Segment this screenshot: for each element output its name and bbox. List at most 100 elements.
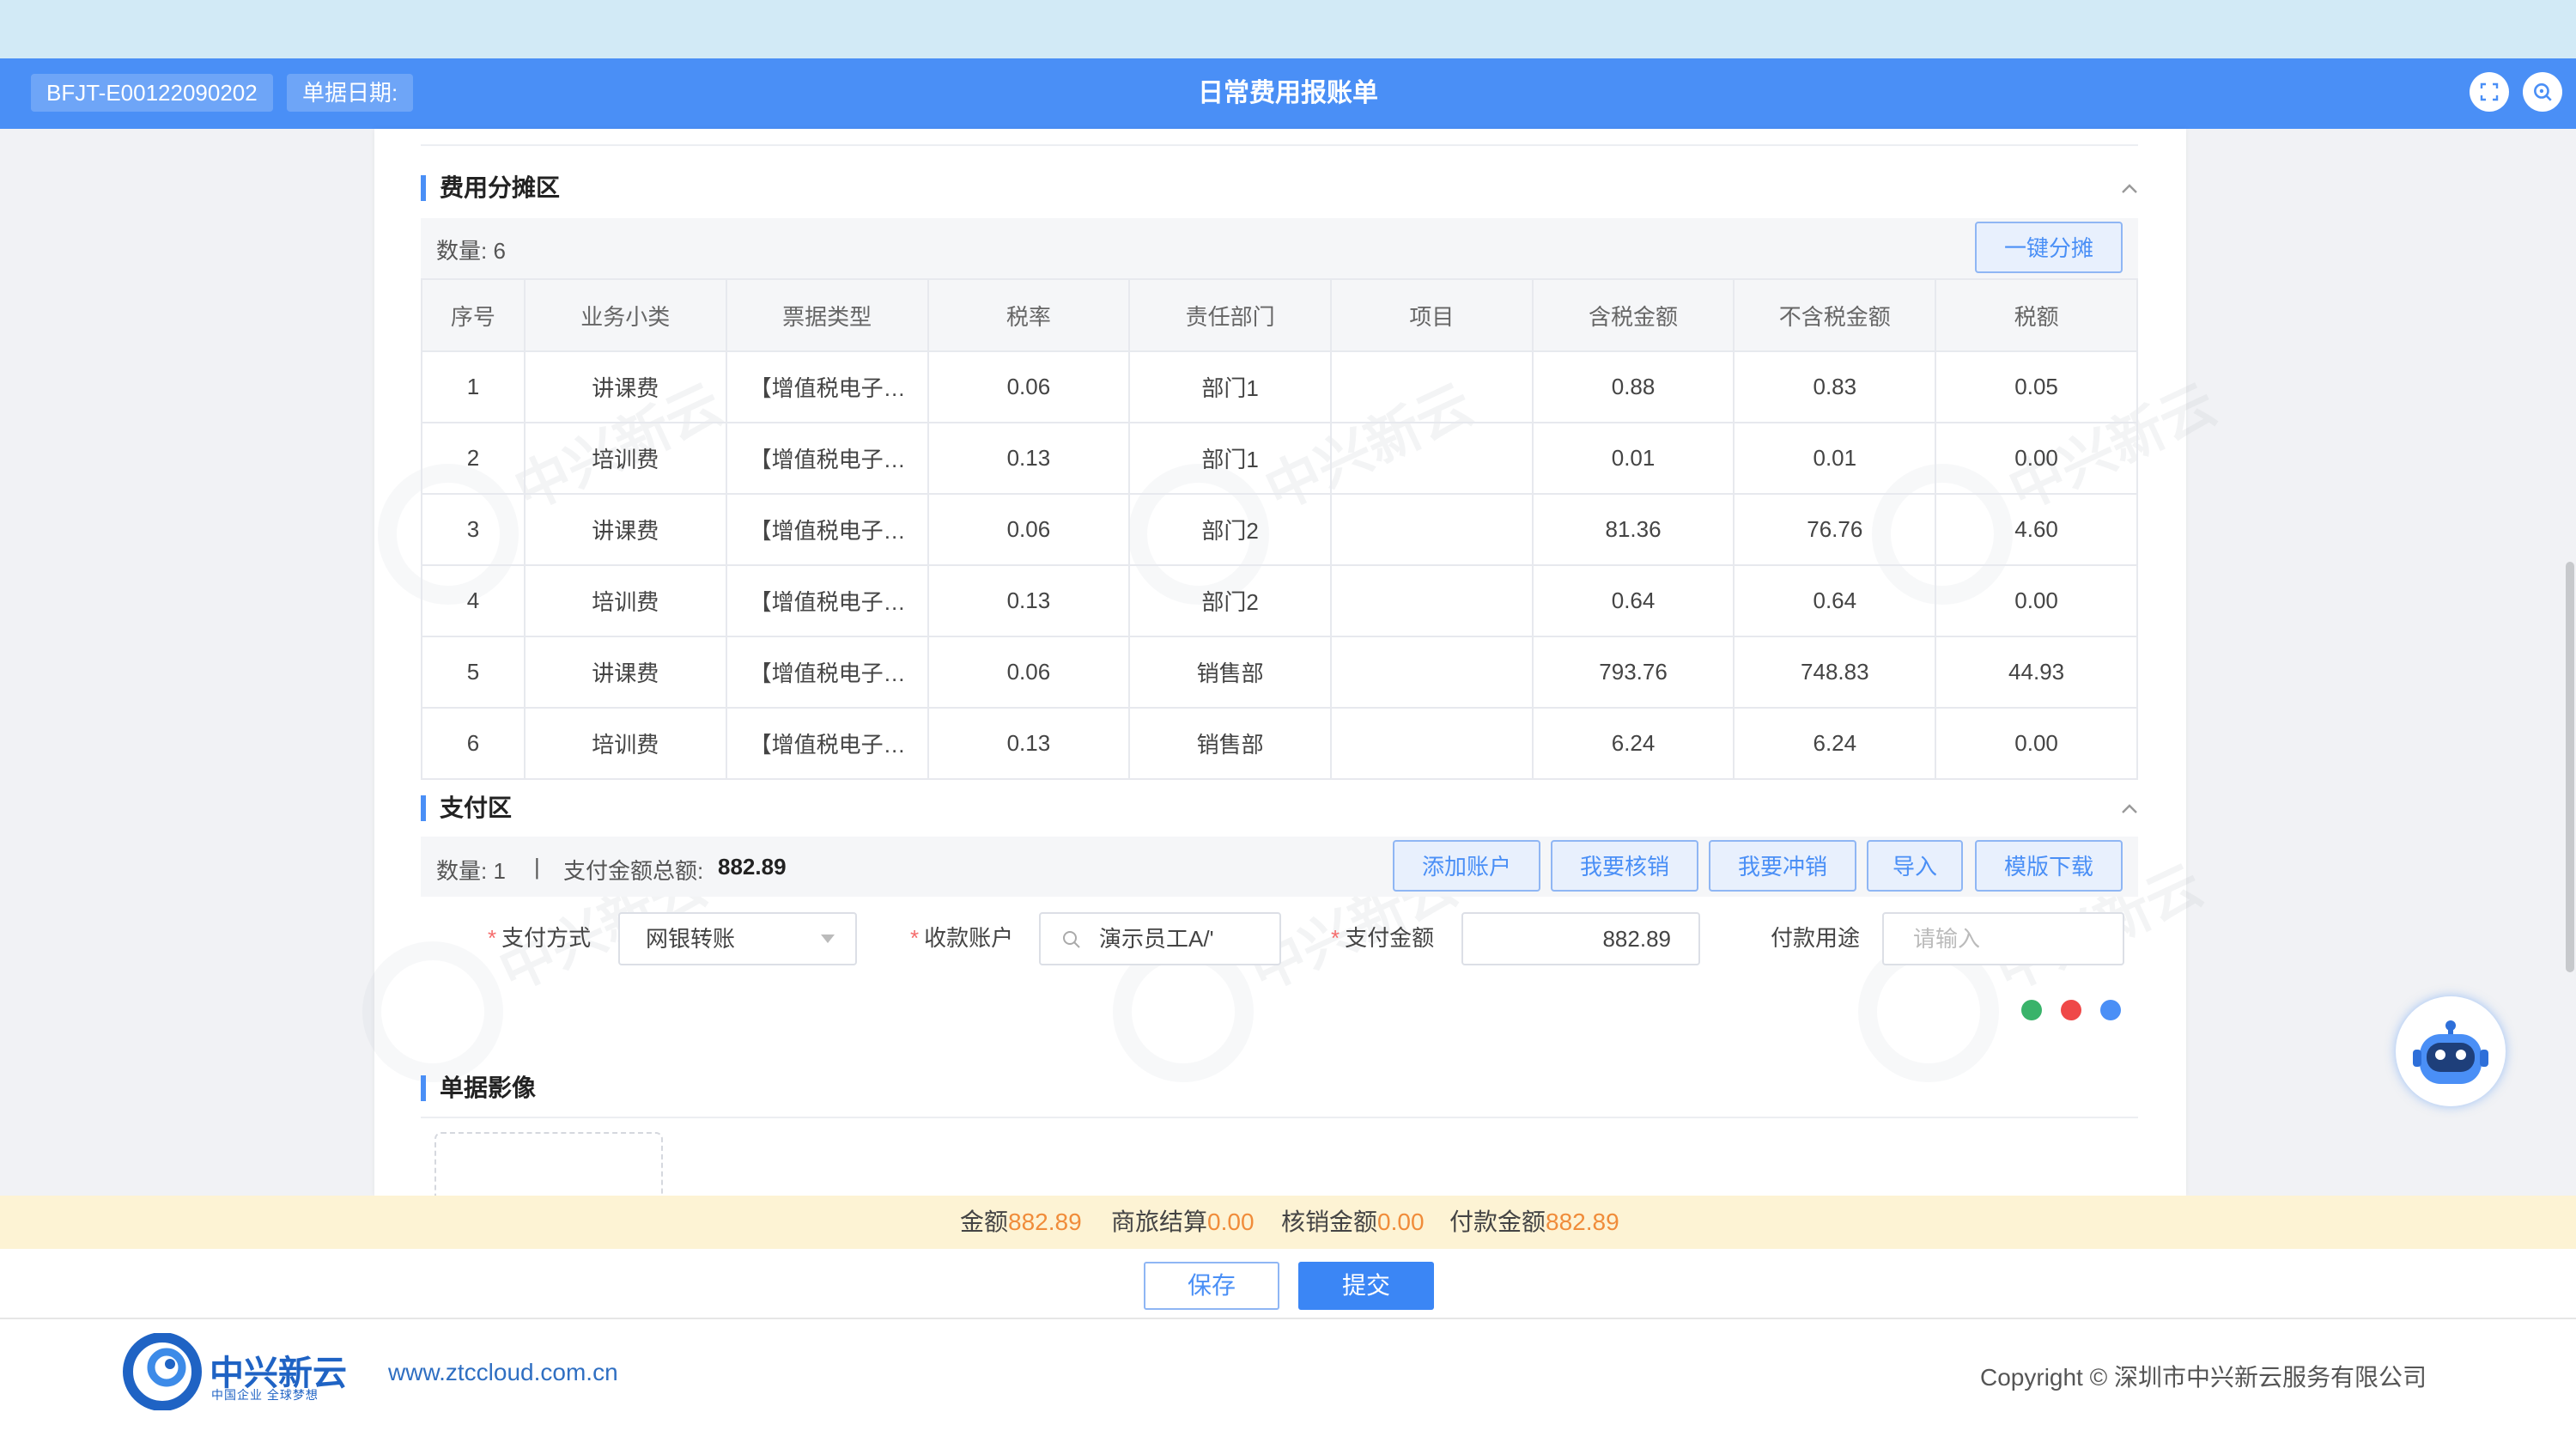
table-cell: 销售部: [1128, 636, 1332, 709]
payment-amount-input[interactable]: 882.89: [1461, 912, 1700, 965]
table-cell: 【增值税电子…: [725, 422, 929, 495]
column-header: 业务小类: [523, 278, 727, 352]
submit-button[interactable]: 提交: [1298, 1262, 1434, 1310]
table-cell: 6.24: [1733, 707, 1937, 780]
table-cell: 6: [421, 707, 526, 780]
table-cell: 部门2: [1128, 493, 1332, 566]
table-cell: 讲课费: [523, 636, 727, 709]
zoom-icon[interactable]: [2523, 72, 2562, 112]
add-row-icon[interactable]: [2021, 1000, 2042, 1020]
table-cell: 0.13: [927, 707, 1131, 780]
table-cell: 【增值税电子…: [725, 564, 929, 637]
payment-method-select[interactable]: 网银转账: [618, 912, 857, 965]
table-cell: [1330, 636, 1534, 709]
payee-account-label-text: 收款账户: [924, 925, 1014, 951]
table-cell: 44.93: [1935, 636, 2138, 709]
remove-row-icon[interactable]: [2061, 1000, 2081, 1020]
copyright-text: Copyright © 深圳市中兴新云服务有限公司: [1980, 1364, 2427, 1391]
template-download-button[interactable]: 模版下载: [1975, 840, 2123, 892]
table-cell: 748.83: [1733, 636, 1937, 709]
page-scrollbar[interactable]: [2566, 562, 2574, 972]
company-url-link[interactable]: www.ztccloud.com.cn: [388, 1359, 618, 1386]
payment-total-label: 支付金额总额:: [563, 858, 704, 884]
table-row[interactable]: 6 培训费 【增值税电子… 0.13 销售部 6.24 6.24 0.00: [421, 707, 2138, 780]
summary-pay-value: 882.89: [1546, 1209, 1619, 1235]
summary-verify: 核销金额0.00: [1281, 1196, 1425, 1249]
table-cell: 3: [421, 493, 526, 566]
summary-pay: 付款金额882.89: [1449, 1196, 1619, 1249]
search-icon: [1063, 931, 1080, 948]
summary-travel-label: 商旅结算: [1111, 1209, 1208, 1235]
company-logo-icon: [123, 1333, 202, 1410]
table-cell: 76.76: [1733, 493, 1937, 566]
table-cell: 【增值税电子…: [725, 636, 929, 709]
table-cell: 0.01: [1733, 422, 1937, 495]
summary-verify-label: 核销金额: [1281, 1209, 1378, 1235]
section-divider: [421, 1117, 2138, 1118]
column-header: 税额: [1935, 278, 2138, 352]
table-row[interactable]: 1 讲课费 【增值税电子… 0.06 部门1 0.88 0.83 0.05: [421, 350, 2138, 423]
table-cell: 0.13: [927, 422, 1131, 495]
table-cell: 81.36: [1531, 493, 1735, 566]
payment-purpose-label: 付款用途: [1771, 925, 1861, 951]
table-cell: 培训费: [523, 564, 727, 637]
image-section-title: 单据影像: [421, 1074, 536, 1103]
table-cell: 0.06: [927, 636, 1131, 709]
verify-button[interactable]: 我要核销: [1551, 840, 1698, 892]
allocation-count: 数量: 6: [436, 238, 506, 264]
table-cell: 0.05: [1935, 350, 2138, 423]
summary-amount: 金额882.89: [960, 1196, 1082, 1249]
one-click-allocate-button[interactable]: 一键分摊: [1975, 222, 2123, 273]
table-cell: 6.24: [1531, 707, 1735, 780]
table-row[interactable]: 4 培训费 【增值税电子… 0.13 部门2 0.64 0.64 0.00: [421, 564, 2138, 637]
payment-method-value: 网银转账: [646, 926, 736, 952]
table-cell: 0.00: [1935, 707, 2138, 780]
payee-account-input[interactable]: 演示员工A/': [1039, 912, 1281, 965]
table-header-row: 序号 业务小类 票据类型 税率 责任部门 项目 含税金额 不含税金额 税额: [421, 278, 2138, 352]
table-cell: 0.64: [1733, 564, 1937, 637]
page-title: 日常费用报账单: [1198, 79, 1378, 107]
table-cell: [1330, 564, 1534, 637]
payee-account-value: 演示员工A/': [1099, 926, 1214, 952]
summary-amount-value: 882.89: [1008, 1209, 1082, 1235]
payment-purpose-input[interactable]: 请输入: [1882, 912, 2124, 965]
table-cell: 部门1: [1128, 350, 1332, 423]
table-cell: 培训费: [523, 422, 727, 495]
payment-section-title: 支付区: [421, 794, 512, 823]
left-background: [0, 129, 374, 1196]
table-cell: 0.06: [927, 493, 1131, 566]
table-cell: 5: [421, 636, 526, 709]
offset-button[interactable]: 我要冲销: [1709, 840, 1856, 892]
table-cell: 0.88: [1531, 350, 1735, 423]
collapse-chevron-icon[interactable]: [2117, 797, 2142, 821]
payment-amount-label-text: 支付金额: [1345, 925, 1435, 951]
assistant-robot-button[interactable]: [2396, 996, 2506, 1106]
table-cell: 2: [421, 422, 526, 495]
add-account-button[interactable]: 添加账户: [1393, 840, 1540, 892]
table-cell: 【增值税电子…: [725, 350, 929, 423]
table-row[interactable]: 5 讲课费 【增值税电子… 0.06 销售部 793.76 748.83 44.…: [421, 636, 2138, 709]
table-cell: 0.00: [1935, 564, 2138, 637]
table-cell: 4: [421, 564, 526, 637]
collapse-chevron-icon[interactable]: [2117, 177, 2142, 201]
company-logo-slogan: 中国企业 全球梦想: [211, 1388, 319, 1402]
payment-method-label-text: 支付方式: [501, 925, 592, 951]
save-button[interactable]: 保存: [1144, 1262, 1279, 1310]
column-header: 序号: [421, 278, 526, 352]
table-cell: [1330, 350, 1534, 423]
table-row[interactable]: 3 讲课费 【增值税电子… 0.06 部门2 81.36 76.76 4.60: [421, 493, 2138, 566]
table-cell: 【增值税电子…: [725, 493, 929, 566]
robot-icon: [2413, 1020, 2488, 1084]
fullscreen-icon[interactable]: [2470, 72, 2509, 112]
table-cell: 销售部: [1128, 707, 1332, 780]
doc-date-badge: 单据日期:: [287, 74, 414, 112]
image-upload-area[interactable]: [434, 1132, 663, 1196]
column-header: 责任部门: [1128, 278, 1332, 352]
table-cell: 部门1: [1128, 422, 1332, 495]
table-cell: 【增值税电子…: [725, 707, 929, 780]
summary-travel-value: 0.00: [1207, 1209, 1255, 1235]
expand-row-icon[interactable]: [2100, 1000, 2121, 1020]
table-row[interactable]: 2 培训费 【增值税电子… 0.13 部门1 0.01 0.01 0.00: [421, 422, 2138, 495]
doc-number-badge: BFJT-E00122090202: [31, 74, 273, 112]
import-button[interactable]: 导入: [1867, 840, 1963, 892]
